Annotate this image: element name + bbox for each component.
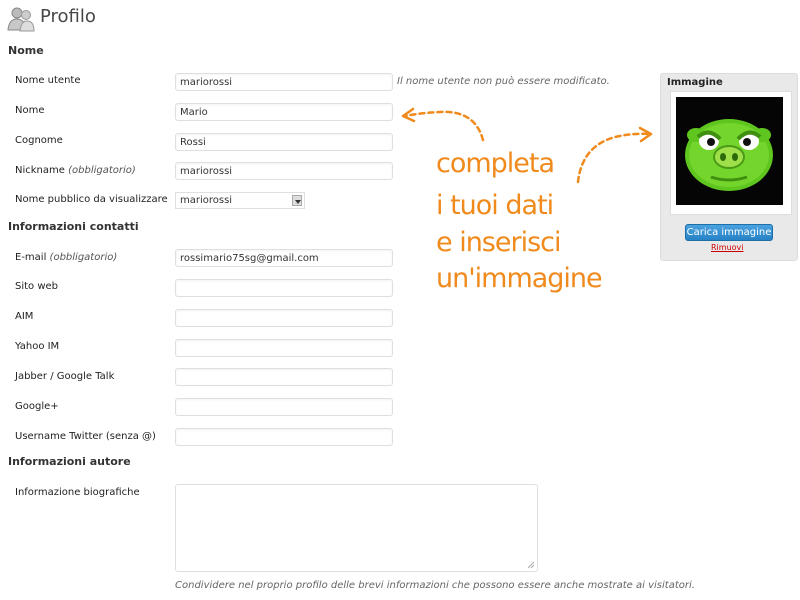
arrow-right-icon bbox=[576, 126, 653, 184]
annotation-line-2: i tuoi dati bbox=[436, 190, 554, 221]
display-name-label: Nome pubblico da visualizzare bbox=[15, 194, 168, 205]
email-label-text: E-mail bbox=[15, 252, 47, 263]
email-label: E-mail (obbligatorio) bbox=[15, 252, 117, 263]
email-required: (obbligatorio) bbox=[49, 252, 118, 263]
page-title: Profilo bbox=[40, 6, 96, 27]
gplus-input[interactable] bbox=[175, 398, 393, 416]
last-name-input[interactable]: Rossi bbox=[175, 133, 393, 151]
bio-textarea[interactable] bbox=[175, 484, 538, 572]
first-name-label: Nome bbox=[15, 105, 45, 116]
annotation-line-1: completa bbox=[436, 148, 555, 179]
section-name-heading: Nome bbox=[8, 44, 44, 57]
remove-image-link[interactable]: Rimuovi bbox=[711, 243, 744, 252]
aim-input[interactable] bbox=[175, 309, 393, 327]
twitter-label: Username Twitter (senza @) bbox=[15, 431, 156, 442]
username-label: Nome utente bbox=[15, 75, 81, 86]
annotation-line-4: un'immagine bbox=[436, 263, 603, 294]
green-pig-avatar-icon bbox=[685, 119, 773, 191]
website-label: Sito web bbox=[15, 281, 59, 292]
image-panel-title: Immagine bbox=[667, 77, 723, 88]
resize-grip-icon[interactable] bbox=[527, 561, 535, 569]
website-input[interactable] bbox=[175, 279, 393, 297]
email-input[interactable]: rossimario75sg@gmail.com bbox=[175, 249, 393, 267]
jabber-label: Jabber / Google Talk bbox=[15, 371, 115, 382]
section-contacts-heading: Informazioni contatti bbox=[8, 220, 139, 233]
gplus-label: Google+ bbox=[15, 401, 59, 412]
avatar bbox=[676, 97, 783, 205]
first-name-input[interactable]: Mario bbox=[175, 103, 393, 121]
nickname-label-text: Nickname bbox=[15, 165, 65, 176]
jabber-input[interactable] bbox=[175, 368, 393, 386]
arrow-left-icon bbox=[401, 107, 485, 142]
username-input[interactable]: mariorossi bbox=[175, 73, 393, 91]
last-name-label: Cognome bbox=[15, 135, 63, 146]
chevron-down-icon[interactable] bbox=[292, 195, 302, 206]
twitter-input[interactable] bbox=[175, 428, 393, 446]
bio-note: Condividere nel proprio profilo delle br… bbox=[175, 580, 695, 591]
yahoo-label: Yahoo IM bbox=[15, 341, 60, 352]
nickname-required: (obbligatorio) bbox=[68, 165, 136, 176]
aim-label: AIM bbox=[15, 311, 34, 322]
nickname-input[interactable]: mariorossi bbox=[175, 162, 393, 180]
upload-image-button[interactable]: Carica immagine bbox=[685, 224, 773, 241]
username-note: Il nome utente non può essere modificato… bbox=[397, 76, 610, 87]
display-name-value: mariorossi bbox=[180, 195, 233, 206]
nickname-label: Nickname (obbligatorio) bbox=[15, 165, 136, 176]
section-author-heading: Informazioni autore bbox=[8, 455, 131, 468]
annotation-line-3: e inserisci bbox=[436, 227, 562, 258]
users-icon bbox=[7, 7, 35, 32]
display-name-select[interactable]: mariorossi bbox=[175, 192, 305, 209]
bio-label: Informazione biografiche bbox=[15, 487, 140, 498]
yahoo-input[interactable] bbox=[175, 339, 393, 357]
